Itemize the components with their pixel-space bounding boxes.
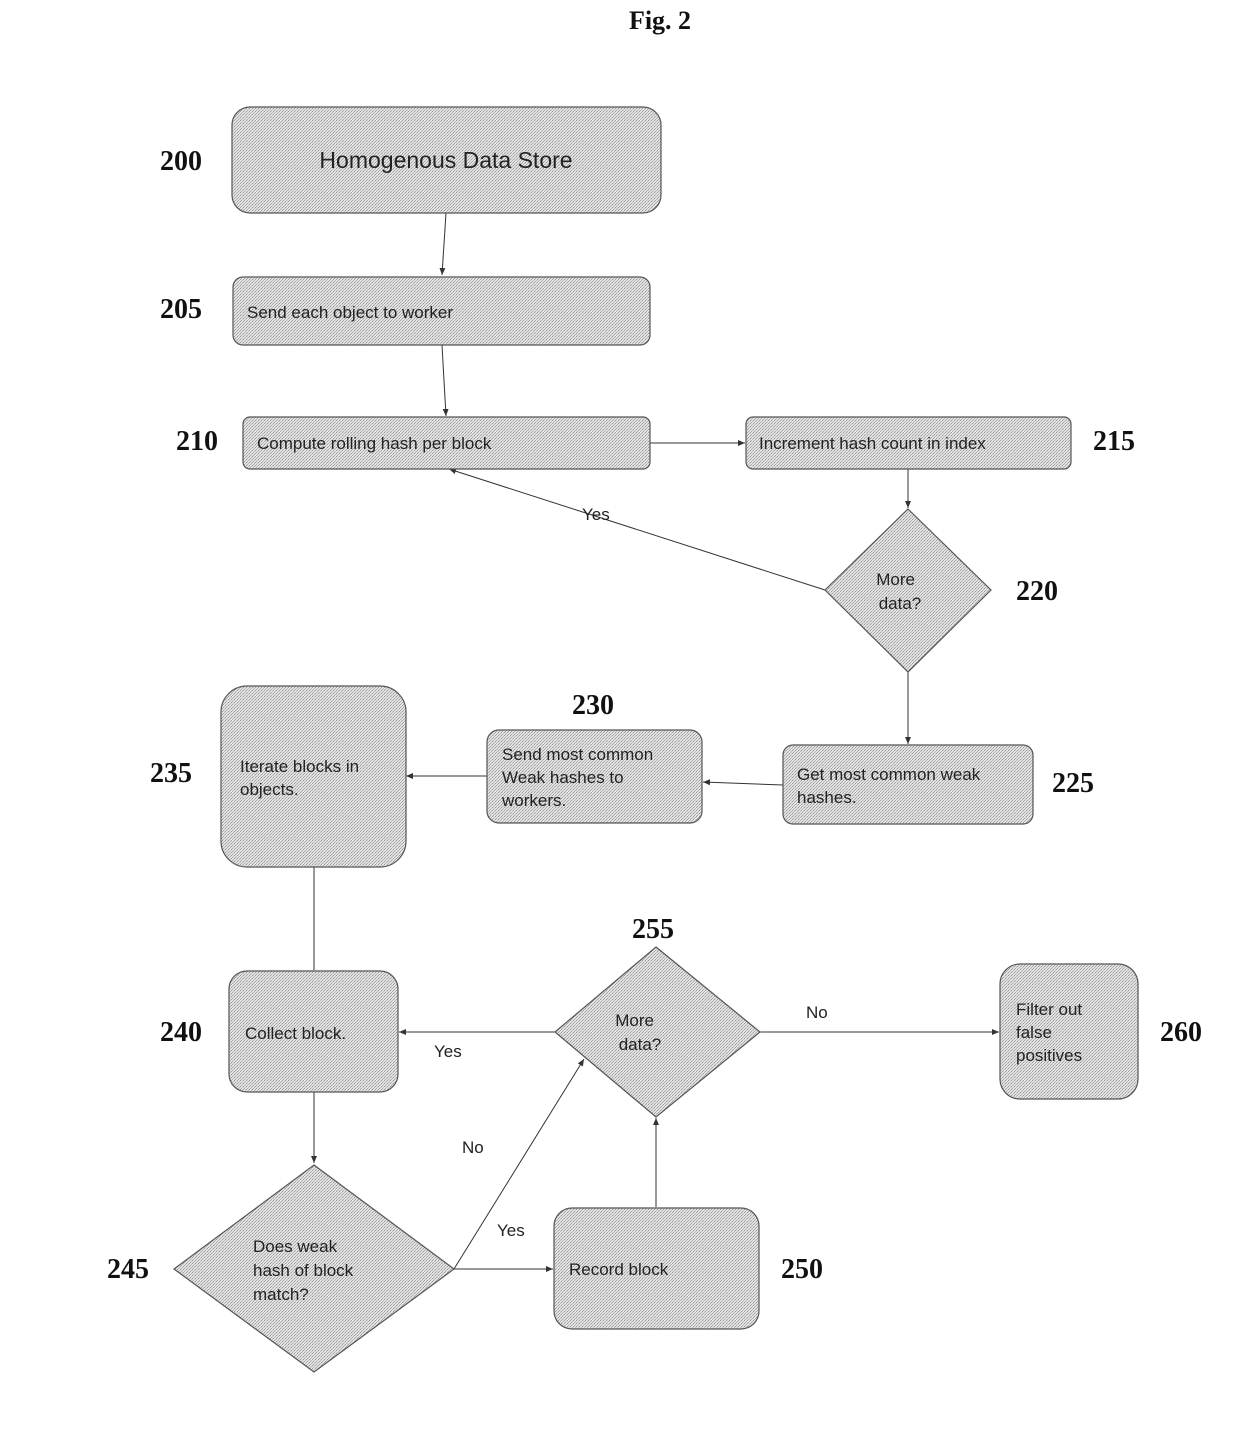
- node-label-line: Record block: [569, 1260, 669, 1279]
- node-235-iterate-blocks: Iterate blocks in objects. 235: [150, 685, 407, 868]
- node-label: Homogenous Data Store: [319, 147, 572, 173]
- edge-220-210-yes: [448, 468, 826, 591]
- edge-205-210: [441, 344, 449, 417]
- node-200-homogenous-data-store: Homogenous Data Store 200: [160, 106, 662, 214]
- reference-numeral: 250: [781, 1254, 823, 1285]
- node-label-line: More: [615, 1011, 654, 1030]
- reference-numeral: 255: [632, 914, 674, 945]
- figure-title: Fig. 2: [629, 6, 691, 35]
- process-box: [220, 685, 407, 868]
- decision-diamond: [554, 946, 761, 1118]
- node-label-line: objects.: [240, 780, 299, 799]
- node-label-line: hash of block: [253, 1261, 354, 1280]
- reference-numeral: 245: [107, 1254, 149, 1285]
- node-260-filter-false-positives: Filter out false positives 260: [999, 963, 1202, 1100]
- node-label-line: Iterate blocks in: [240, 757, 359, 776]
- node-label: Increment hash count in index: [759, 434, 986, 453]
- node-230-send-weak-hashes-to-workers: Send most common Weak hashes to workers.…: [486, 690, 703, 824]
- node-label-line: data?: [879, 594, 922, 613]
- node-label: Send each object to worker: [247, 303, 453, 322]
- flowchart-figure: Fig. 2 Yes Yes No No Yes Homogenous Data…: [107, 6, 1202, 1373]
- node-label-line: positives: [1016, 1046, 1082, 1065]
- node-label-line: data?: [619, 1035, 662, 1054]
- node-label-line: workers.: [501, 791, 566, 810]
- edge-label-no: No: [806, 1003, 828, 1022]
- node-label-line: Send most common: [502, 745, 653, 764]
- node-245-weak-hash-match-decision: Does weak hash of block match? 245: [107, 1164, 456, 1373]
- node-label-line: Send each object to worker: [247, 303, 453, 322]
- edge-label-yes: Yes: [434, 1042, 462, 1061]
- node-205-send-object-to-worker: Send each object to worker 205: [160, 276, 651, 346]
- edge-225-230: [702, 779, 784, 786]
- node-label-line: Homogenous Data Store: [319, 147, 572, 173]
- node-label: Compute rolling hash per block: [257, 434, 492, 453]
- reference-numeral: 215: [1093, 426, 1135, 457]
- node-255-more-data-decision: More data? 255: [554, 914, 761, 1118]
- node-label: Collect block.: [245, 1024, 346, 1043]
- node-220-more-data-decision: More data? 220: [824, 508, 1058, 673]
- edge-label-yes: Yes: [497, 1221, 525, 1240]
- node-225-get-common-weak-hashes: Get most common weak hashes. 225: [782, 744, 1094, 825]
- reference-numeral: 220: [1016, 576, 1058, 607]
- node-label-line: Weak hashes to: [502, 768, 624, 787]
- node-label-line: Filter out: [1016, 1000, 1082, 1019]
- node-label-line: Get most common weak: [797, 765, 981, 784]
- edge-200-205: [439, 212, 447, 276]
- node-label-line: More: [876, 570, 915, 589]
- node-label-line: Increment hash count in index: [759, 434, 986, 453]
- node-210-compute-rolling-hash: Compute rolling hash per block 210: [176, 416, 651, 470]
- node-label-line: hashes.: [797, 788, 857, 807]
- node-label-line: false: [1016, 1023, 1052, 1042]
- node-label-line: Compute rolling hash per block: [257, 434, 492, 453]
- process-box: [782, 744, 1034, 825]
- node-240-collect-block: Collect block. 240: [160, 970, 399, 1093]
- reference-numeral: 200: [160, 146, 202, 177]
- node-label-line: match?: [253, 1285, 309, 1304]
- reference-numeral: 205: [160, 294, 202, 325]
- reference-numeral: 230: [572, 690, 614, 721]
- reference-numeral: 260: [1160, 1017, 1202, 1048]
- node-label-line: Does weak: [253, 1237, 338, 1256]
- node-250-record-block: Record block 250: [553, 1207, 823, 1330]
- reference-numeral: 235: [150, 758, 192, 789]
- decision-diamond: [824, 508, 992, 673]
- reference-numeral: 240: [160, 1017, 202, 1048]
- node-215-increment-hash-count: Increment hash count in index 215: [745, 416, 1135, 470]
- node-label-line: Collect block.: [245, 1024, 346, 1043]
- reference-numeral: 210: [176, 426, 218, 457]
- edge-label-yes: Yes: [582, 505, 610, 524]
- edge-label-no: No: [462, 1138, 484, 1157]
- reference-numeral: 225: [1052, 768, 1094, 799]
- node-label: Record block: [569, 1260, 669, 1279]
